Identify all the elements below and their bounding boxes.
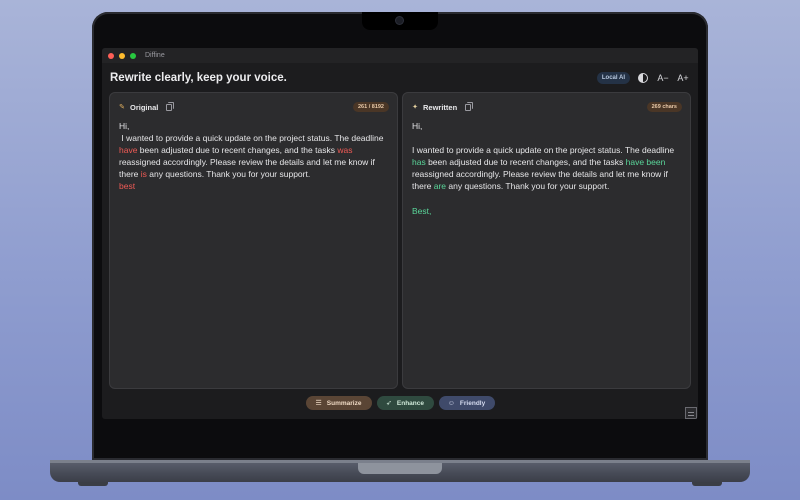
sparkle-icon: ✦ (412, 104, 418, 111)
copy-original-icon[interactable] (166, 101, 175, 111)
text-segment: been adjusted due to recent changes, and… (137, 145, 338, 156)
local-ai-badge[interactable]: Local AI (596, 72, 630, 84)
header: Rewrite clearly, keep your voice. Local … (110, 68, 690, 88)
enhance-button[interactable]: ➶ Enhance (376, 396, 434, 410)
rocket-icon: ➶ (386, 400, 392, 407)
deleted-text: have (119, 145, 138, 156)
laptop-opening-notch (358, 463, 442, 474)
action-bar: ☰ Summarize ➶ Enhance ☺ Friendly (102, 396, 698, 410)
text-segment: Hi, I wanted to provide a quick update o… (412, 121, 675, 156)
laptop-foot (692, 482, 722, 486)
text-segment: any questions. Thank you for your suppor… (149, 169, 311, 180)
original-count-badge: 261 / 8192 (353, 102, 389, 112)
summarize-label: Summarize (326, 399, 362, 407)
text-segment: been adjusted due to recent changes, and… (425, 157, 626, 168)
title-bar: Diffine (102, 48, 698, 63)
rewritten-count-badge: 269 chars (646, 102, 682, 112)
deleted-text: was (337, 145, 353, 156)
font-decrease-button[interactable]: A− (656, 71, 670, 85)
copy-rewritten-icon[interactable] (465, 101, 474, 111)
theme-toggle-button[interactable] (636, 71, 650, 85)
friendly-label: Friendly (459, 399, 486, 407)
original-panel: ✎ Original 261 / 8192 Hi, I wanted to pr… (109, 92, 398, 389)
original-text-area[interactable]: Hi, I wanted to provide a quick update o… (119, 120, 387, 193)
rewritten-title: Rewritten (423, 102, 458, 112)
inserted-text: have been (625, 157, 666, 168)
original-panel-header: ✎ Original 261 / 8192 (118, 101, 389, 113)
font-increase-button[interactable]: A+ (676, 71, 690, 85)
rewritten-panel: ✦ Rewritten 269 chars Hi, I wanted to pr… (402, 92, 691, 389)
zoom-window-button[interactable] (130, 52, 136, 59)
contrast-icon (638, 73, 648, 83)
summarize-button[interactable]: ☰ Summarize (305, 396, 372, 410)
close-window-button[interactable] (108, 52, 114, 59)
friendly-button[interactable]: ☺ Friendly (438, 396, 495, 410)
camera-icon (396, 17, 403, 24)
smile-icon: ☺ (447, 399, 455, 407)
edit-icon: ✎ (119, 104, 125, 111)
inserted-text: are (433, 181, 447, 192)
laptop-foot (78, 482, 108, 486)
deleted-text: best (119, 181, 136, 192)
lines-icon: ☰ (315, 400, 322, 407)
app-name: Diffine (145, 52, 165, 59)
inserted-text: Best, (412, 205, 432, 216)
enhance-label: Enhance (396, 399, 424, 407)
page-title: Rewrite clearly, keep your voice. (110, 72, 287, 84)
rewritten-text-area[interactable]: Hi, I wanted to provide a quick update o… (412, 120, 680, 217)
minimize-window-button[interactable] (119, 52, 125, 59)
original-title: Original (130, 102, 159, 112)
resize-handle[interactable] (685, 407, 697, 419)
header-tools: Local AI A− A+ (596, 71, 690, 85)
rewritten-panel-header: ✦ Rewritten 269 chars (411, 101, 682, 113)
text-segment: any questions. Thank you for your suppor… (448, 181, 610, 192)
app-window: Diffine Rewrite clearly, keep your voice… (102, 48, 698, 419)
text-segment: Hi, I wanted to provide a quick update o… (119, 121, 384, 144)
inserted-text: has (412, 157, 426, 168)
